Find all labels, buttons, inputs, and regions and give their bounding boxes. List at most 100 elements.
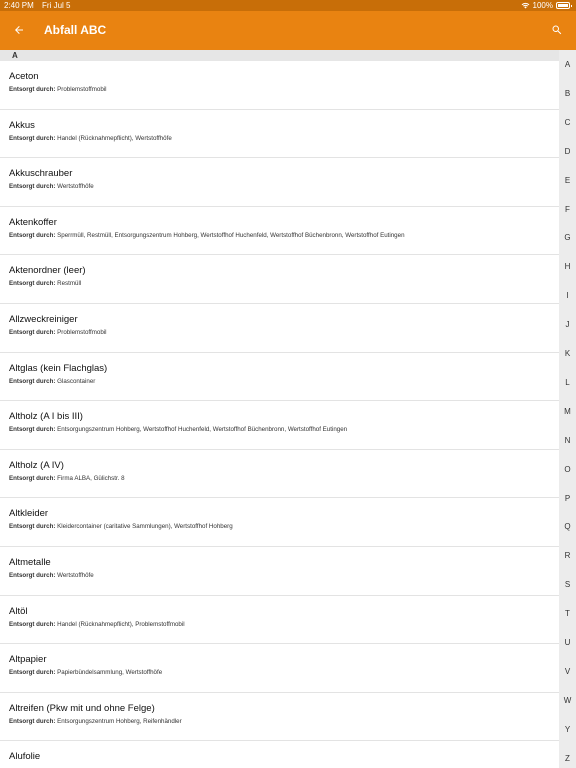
index-letter[interactable]: Z bbox=[559, 754, 576, 763]
detail-value: Firma ALBA, Gülichstr. 8 bbox=[57, 474, 125, 482]
list-item[interactable]: Altöl Entsorgt durch: Handel (Rücknahmepf… bbox=[0, 596, 559, 645]
item-detail: Entsorgt durch: Restmüll bbox=[9, 279, 559, 288]
list-item[interactable]: Altreifen (Pkw mit und ohne Felge) Entsor… bbox=[0, 693, 559, 742]
detail-label: Entsorgt durch: bbox=[9, 620, 56, 628]
index-letter[interactable]: G bbox=[559, 233, 576, 242]
item-title: Altholz (A IV) bbox=[9, 459, 64, 471]
index-letter[interactable]: E bbox=[559, 176, 576, 185]
detail-value: Kleidercontainer (caritative Sammlungen)… bbox=[57, 523, 233, 531]
list-item[interactable]: Altkleider Entsorgt durch: Kleidercontain… bbox=[0, 498, 559, 547]
list-item[interactable]: Akkus Entsorgt durch: Handel (Rücknahmepf… bbox=[0, 110, 559, 159]
detail-value: Handel (Rücknahmepflicht), Problemstoffm… bbox=[57, 620, 185, 628]
list-item[interactable]: Akkuschrauber Entsorgt durch: Wertstoffhö… bbox=[0, 158, 559, 207]
item-title: Altmetalle bbox=[9, 556, 51, 568]
index-letter[interactable]: D bbox=[559, 147, 576, 156]
item-detail: Entsorgt durch: Wertstoffhöfe bbox=[9, 571, 559, 580]
battery-percent: 100% bbox=[532, 1, 553, 10]
item-detail: Entsorgt durch: Entsorgungszentrum Hohbe… bbox=[9, 425, 559, 434]
detail-label: Entsorgt durch: bbox=[9, 717, 56, 725]
item-detail: Entsorgt durch: Firma ALBA, Gülichstr. 8 bbox=[9, 474, 559, 483]
status-right: 100% bbox=[521, 0, 572, 11]
item-detail: Entsorgt durch: Entsorgungszentrum Hohbe… bbox=[9, 717, 559, 726]
list-item[interactable]: Altpapier Entsorgt durch: Papierbündelsam… bbox=[0, 644, 559, 693]
detail-value: Papierbündelsammlung, Wertstoffhöfe bbox=[57, 669, 163, 677]
index-letter[interactable]: K bbox=[559, 349, 576, 358]
index-letter[interactable]: U bbox=[559, 638, 576, 647]
detail-value: Entsorgungszentrum Hohberg, Reifenhändle… bbox=[57, 717, 182, 725]
detail-label: Entsorgt durch: bbox=[9, 669, 56, 677]
search-icon bbox=[552, 25, 562, 35]
item-title: Altpapier bbox=[9, 654, 47, 666]
index-letter[interactable]: H bbox=[559, 262, 576, 271]
index-letter[interactable]: T bbox=[559, 609, 576, 618]
index-letter[interactable]: A bbox=[559, 60, 576, 69]
list-item[interactable]: Aktenkoffer Entsorgt durch: Sperrmüll, Re… bbox=[0, 207, 559, 256]
detail-label: Entsorgt durch: bbox=[9, 280, 56, 288]
detail-value: Entsorgungszentrum Hohberg, Wertstoffhof… bbox=[57, 426, 348, 434]
detail-label: Entsorgt durch: bbox=[9, 231, 56, 239]
item-detail: Entsorgt durch: Wertstoffhöfe bbox=[9, 182, 559, 191]
item-title: Akkus bbox=[9, 119, 35, 131]
index-letter[interactable]: Q bbox=[559, 522, 576, 531]
detail-label: Entsorgt durch: bbox=[9, 328, 56, 336]
detail-label: Entsorgt durch: bbox=[9, 134, 56, 142]
index-letter[interactable]: W bbox=[559, 696, 576, 705]
index-letter[interactable]: M bbox=[559, 407, 576, 416]
detail-value: Problemstoffmobil bbox=[57, 86, 107, 93]
item-title: Aktenkoffer bbox=[9, 216, 57, 228]
detail-value: Handel (Rücknahmepflicht), Wertstoffhöfe bbox=[57, 134, 172, 142]
index-letter[interactable]: I bbox=[559, 291, 576, 300]
item-detail: Entsorgt durch: Kleidercontainer (carita… bbox=[9, 522, 559, 531]
detail-label: Entsorgt durch: bbox=[9, 377, 56, 385]
item-title: Altholz (A I bis III) bbox=[9, 411, 83, 423]
index-letter[interactable]: V bbox=[559, 667, 576, 676]
item-title: Akkuschrauber bbox=[9, 168, 73, 180]
status-time: 2:40 PM bbox=[4, 1, 34, 10]
back-button[interactable] bbox=[8, 19, 30, 41]
item-detail: Entsorgt durch: Problemstoffmobil bbox=[9, 328, 559, 337]
detail-value: Sperrmüll, Restmüll, Entsorgungszentrum … bbox=[57, 231, 405, 239]
detail-value: Problemstoffmobil bbox=[57, 328, 107, 336]
detail-label: Entsorgt durch: bbox=[9, 86, 56, 93]
detail-value: Wertstoffhöfe bbox=[57, 571, 94, 579]
list-item[interactable]: Allzweckreiniger Entsorgt durch: Problems… bbox=[0, 304, 559, 353]
arrow-left-icon bbox=[15, 26, 23, 34]
list-item[interactable]: Altmetalle Entsorgt durch: Wertstoffhöfe bbox=[0, 547, 559, 596]
detail-label: Entsorgt durch: bbox=[9, 523, 56, 531]
waste-list: Aceton Entsorgt durch: Problemstoffmobil A… bbox=[0, 61, 559, 768]
item-detail: Entsorgt durch: Sperrmüll, Restmüll, Ent… bbox=[9, 231, 559, 240]
index-letter[interactable]: P bbox=[559, 494, 576, 503]
status-left: 2:40 PM Fri Jul 5 bbox=[4, 0, 76, 11]
item-detail: Entsorgt durch: Handel (Rücknahmepflicht… bbox=[9, 620, 559, 629]
item-detail: Entsorgt durch: Handel (Rücknahmepflicht… bbox=[9, 134, 559, 143]
item-title: Altreifen (Pkw mit und ohne Felge) bbox=[9, 702, 155, 714]
list-item[interactable]: Aktenordner (leer) Entsorgt durch: Restmü… bbox=[0, 255, 559, 304]
battery-icon bbox=[556, 2, 572, 9]
wifi-icon bbox=[521, 2, 529, 9]
item-detail: Entsorgt durch: Problemstoffmobil bbox=[9, 85, 559, 94]
list-item[interactable]: Altholz (A I bis III) Entsorgt durch: Ent… bbox=[0, 401, 559, 450]
index-letter[interactable]: O bbox=[559, 465, 576, 474]
search-button[interactable] bbox=[546, 19, 568, 41]
list-item[interactable]: Altglas (kein Flachglas) Entsorgt durch: … bbox=[0, 353, 559, 402]
index-letter[interactable]: B bbox=[559, 89, 576, 98]
index-letter[interactable]: R bbox=[559, 551, 576, 560]
list-item[interactable]: Alufolie bbox=[0, 741, 559, 768]
index-letter[interactable]: C bbox=[559, 118, 576, 127]
item-detail: Entsorgt durch: Papierbündelsammlung, We… bbox=[9, 668, 559, 677]
page-title: Abfall ABC bbox=[44, 23, 107, 37]
index-letter[interactable]: J bbox=[559, 320, 576, 329]
index-letter[interactable]: F bbox=[559, 205, 576, 214]
index-letter[interactable]: Y bbox=[559, 725, 576, 734]
detail-label: Entsorgt durch: bbox=[9, 426, 56, 434]
index-letter[interactable]: L bbox=[559, 378, 576, 387]
detail-value: Restmüll bbox=[57, 280, 82, 288]
section-header: A bbox=[0, 50, 576, 61]
detail-label: Entsorgt durch: bbox=[9, 474, 56, 482]
index-letter[interactable]: N bbox=[559, 436, 576, 445]
index-letter[interactable]: S bbox=[559, 580, 576, 589]
list-item[interactable]: Aceton Entsorgt durch: Problemstoffmobil bbox=[0, 61, 559, 110]
detail-label: Entsorgt durch: bbox=[9, 571, 56, 579]
item-title: Altkleider bbox=[9, 508, 49, 520]
list-item[interactable]: Altholz (A IV) Entsorgt durch: Firma ALBA… bbox=[0, 450, 559, 499]
